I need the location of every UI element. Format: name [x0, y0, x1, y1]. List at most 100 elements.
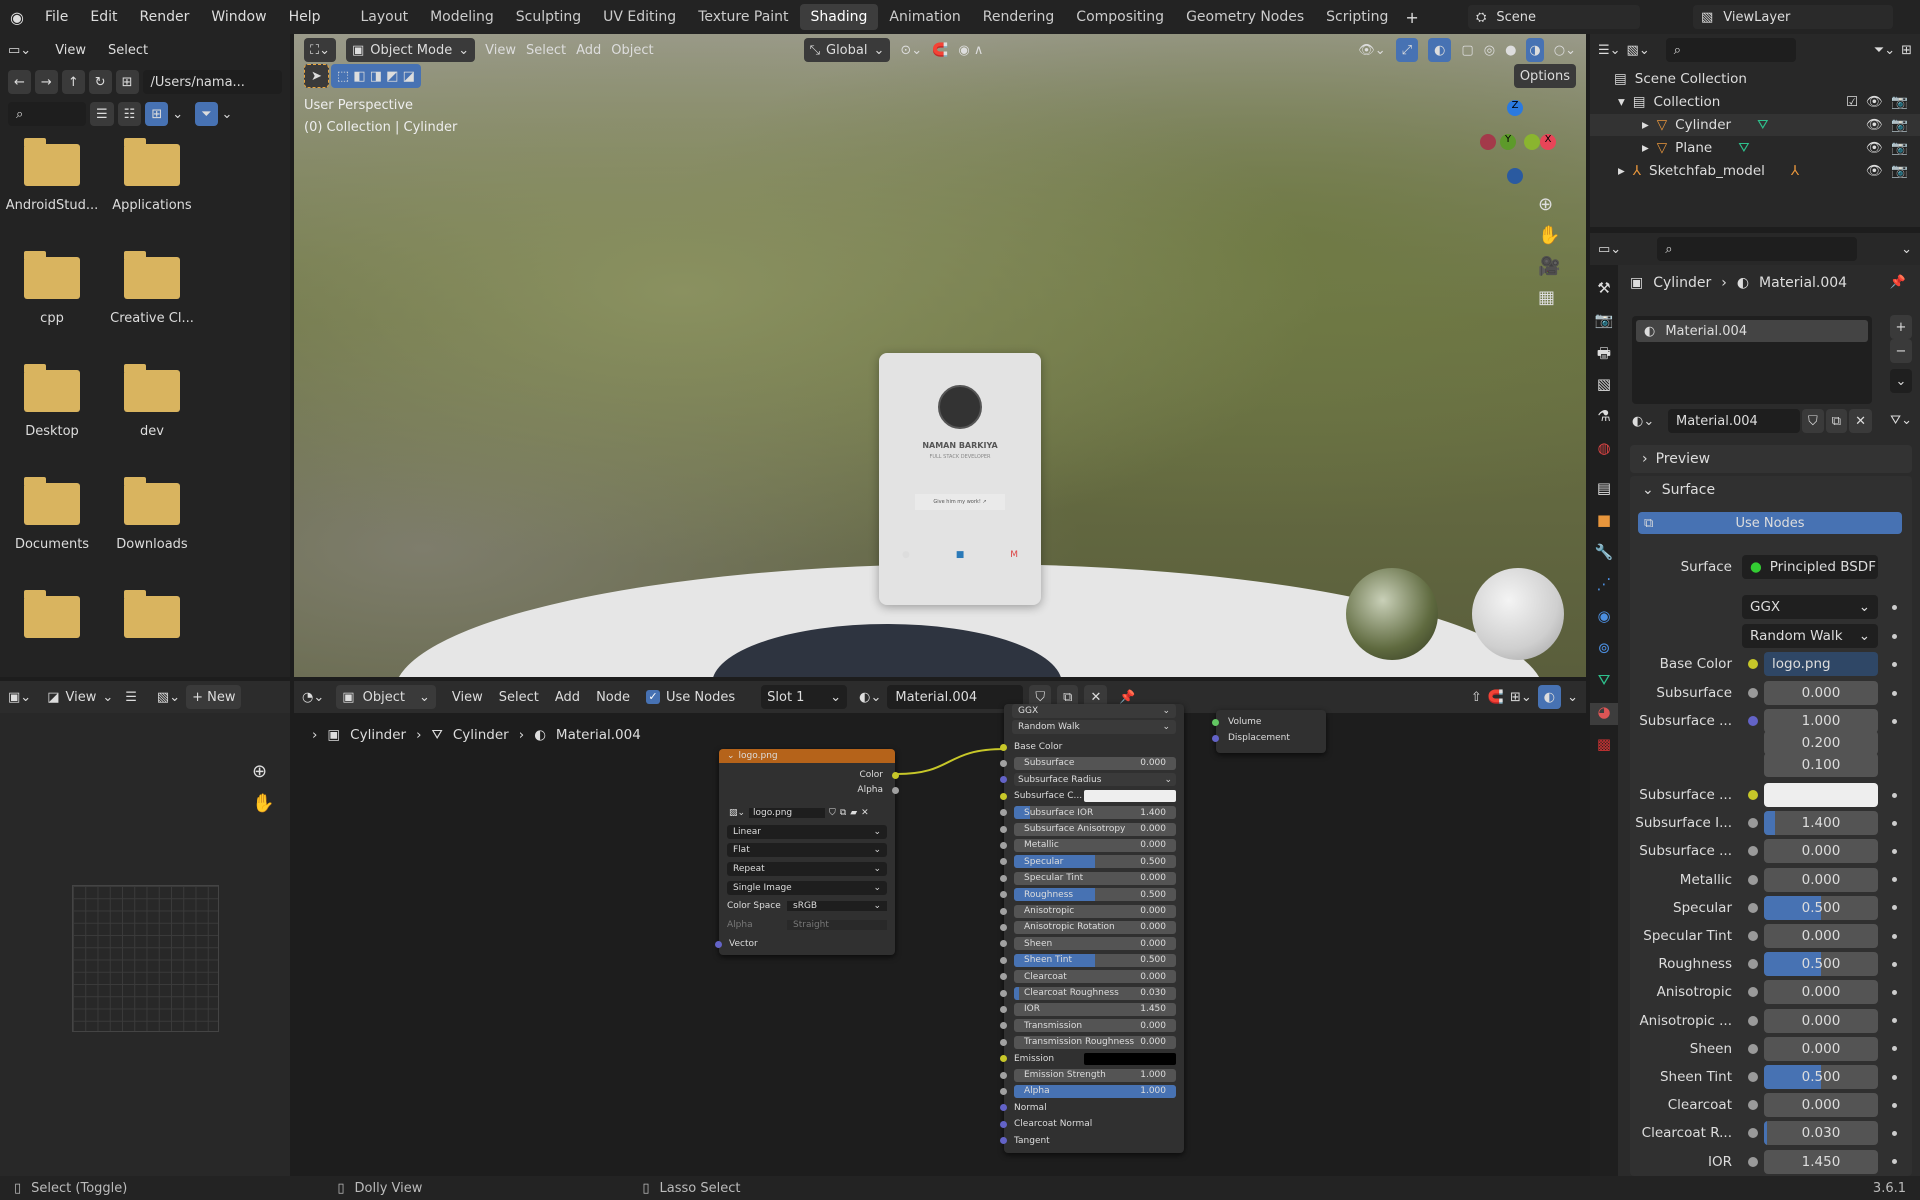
unlink-icon[interactable]: ✕	[861, 808, 869, 818]
render-tab-icon[interactable]: 📷	[1590, 311, 1618, 333]
socket-icon[interactable]	[1748, 659, 1758, 669]
surface-shader-field[interactable]: ● Principled BSDF	[1742, 555, 1878, 579]
keyframe-icon[interactable]	[1892, 1046, 1897, 1052]
value-slider[interactable]: Anisotropic 0.000	[1014, 904, 1176, 918]
property-value-field[interactable]: 1.400	[1764, 811, 1878, 836]
socket-icon[interactable]	[1748, 1100, 1758, 1111]
socket-icon[interactable]	[1748, 716, 1758, 726]
image-node-header[interactable]: ⌄ logo.png	[719, 749, 895, 763]
camera-render-icon[interactable]: 📷	[1891, 163, 1908, 179]
folder-item[interactable]: Downloads	[102, 477, 202, 552]
keyframe-icon[interactable]	[1892, 1074, 1897, 1080]
value-slider[interactable]: IOR 1.450	[1014, 1002, 1176, 1016]
gizmo-z[interactable]: Z	[1507, 100, 1523, 116]
select-box-icon[interactable]: ⬚ ◧ ◨ ◩ ◪	[330, 64, 421, 88]
value-slider[interactable]: Subsurface Anisotropy 0.000	[1014, 822, 1176, 836]
property-value-field[interactable]: 0.500	[1764, 1065, 1878, 1089]
thumbnails-icon[interactable]: ⊞	[145, 102, 169, 126]
menu-file[interactable]: File	[34, 9, 79, 25]
workspace-tab-uv-editing[interactable]: UV Editing	[592, 4, 687, 30]
socket-icon[interactable]	[1748, 688, 1758, 698]
checkbox-icon[interactable]: ☑	[1846, 94, 1858, 110]
interpolation-dropdown[interactable]: Linear ⌄	[727, 825, 887, 839]
property-value-field[interactable]: 0.000	[1764, 924, 1878, 948]
editor-type-icon[interactable]: ⛶⌄	[304, 38, 336, 62]
search-icon[interactable]: ⌕	[8, 102, 86, 126]
view-layer-tab-icon[interactable]: ▧	[1590, 375, 1618, 397]
eye-icon[interactable]: 👁	[1866, 140, 1883, 156]
value-slider[interactable]: Sheen Tint 0.500	[1014, 953, 1176, 967]
material-output-node[interactable]: Volume Displacement	[1212, 710, 1326, 753]
image-texture-node[interactable]: ⌄ logo.png Color Alpha ▧⌄ logo.png ⛉ ⧉ ▰ ✕ Lin…	[715, 749, 899, 955]
property-value-field[interactable]: 0.000	[1764, 1036, 1878, 1061]
forward-icon[interactable]: →	[34, 70, 58, 94]
value-slider[interactable]: Alpha 1.000	[1014, 1084, 1176, 1098]
vector-input-socket[interactable]	[715, 940, 722, 948]
keyframe-icon[interactable]	[1892, 661, 1897, 667]
distribution-dropdown[interactable]: GGX ⌄	[1012, 704, 1176, 718]
keyframe-icon[interactable]	[1892, 961, 1897, 967]
input-socket[interactable]	[1000, 759, 1007, 767]
keyframe-icon[interactable]	[1892, 1130, 1897, 1136]
input-socket[interactable]	[1000, 841, 1007, 849]
editor-type-icon[interactable]: ▣⌄	[8, 690, 31, 705]
menu-view[interactable]: View	[65, 690, 96, 705]
socket-icon[interactable]	[1748, 790, 1758, 800]
socket-icon[interactable]	[1748, 1015, 1758, 1026]
menu-render[interactable]: Render	[129, 9, 201, 25]
new-image-button[interactable]: + New	[186, 685, 242, 709]
material-name-field[interactable]: Material.004	[1668, 409, 1801, 433]
shading-material-icon[interactable]: ◑	[1526, 38, 1544, 62]
property-value-field[interactable]: 1.450	[1764, 1149, 1878, 1174]
color-output-socket[interactable]	[892, 771, 899, 779]
eye-icon[interactable]: 👁	[1866, 117, 1883, 133]
property-value-field[interactable]: 0.100	[1764, 753, 1878, 777]
value-slider[interactable]: Metallic 0.000	[1014, 838, 1176, 852]
refresh-icon[interactable]: ↻	[88, 70, 112, 94]
preview-panel-header[interactable]: › Preview	[1630, 445, 1912, 473]
collection-tab-icon[interactable]: ▤	[1590, 479, 1618, 501]
value-slider[interactable]: Specular 0.500	[1014, 855, 1176, 869]
3d-viewport[interactable]: ⛶⌄ ▣ Object Mode ⌄ View Select Add Object…	[294, 34, 1586, 677]
distribution-dropdown[interactable]: GGX ⌄	[1742, 595, 1878, 619]
constraints-tab-icon[interactable]: ⊚	[1590, 639, 1618, 661]
base-color-texture[interactable]: logo.png	[1764, 652, 1878, 676]
property-value-field[interactable]: 0.000	[1764, 1008, 1878, 1033]
input-socket[interactable]	[1000, 1071, 1007, 1079]
pivot-icon[interactable]: ⊙⌄	[900, 43, 922, 58]
gizmo-x[interactable]: X	[1540, 134, 1556, 150]
value-slider[interactable]: Anisotropic Rotation 0.000	[1014, 920, 1176, 934]
property-value-field[interactable]: 1.000	[1764, 709, 1878, 733]
image-browse-icon[interactable]: ▧⌄	[729, 808, 745, 818]
menu-select[interactable]: Select	[526, 43, 566, 58]
folder-item[interactable]: cpp	[2, 251, 102, 326]
filter-view-icon[interactable]: ▧⌄	[1627, 43, 1650, 58]
menu-window[interactable]: Window	[200, 9, 277, 25]
node-editor[interactable]: ◔⌄ ▣ Object ⌄ View Select Add Node ✓ Use …	[294, 681, 1586, 1176]
property-value-field[interactable]: 0.200	[1764, 731, 1878, 755]
input-socket[interactable]	[1000, 923, 1007, 931]
shading-rendered-icon[interactable]: ○⌄	[1554, 43, 1576, 58]
menu-help[interactable]: Help	[278, 9, 332, 25]
editor-type-icon[interactable]: ▭⌄	[8, 43, 31, 58]
alpha-mode-dropdown[interactable]: Straight	[787, 920, 887, 930]
keyframe-icon[interactable]	[1892, 1159, 1897, 1165]
workspace-tab-modeling[interactable]: Modeling	[419, 4, 505, 30]
value-slider[interactable]: Roughness 0.500	[1014, 888, 1176, 902]
folder-item[interactable]: dev	[102, 364, 202, 439]
keyframe-icon[interactable]	[1892, 792, 1897, 798]
camera-render-icon[interactable]: 📷	[1891, 117, 1908, 133]
folder-item[interactable]: AndroidStud...	[2, 138, 102, 213]
property-value-field[interactable]: 0.000	[1764, 839, 1878, 864]
property-value-field[interactable]: 0.000	[1764, 1093, 1878, 1118]
folder-item[interactable]: Creative Cl...	[102, 251, 202, 326]
overlays-icon[interactable]: ◐	[1428, 38, 1452, 62]
navigation-gizmo[interactable]: Z Y X	[1480, 100, 1556, 184]
input-socket[interactable]	[1000, 891, 1007, 899]
shading-solid-icon[interactable]: ●	[1505, 43, 1516, 58]
view-layer-selector[interactable]: ▧ ViewLayer	[1693, 5, 1893, 29]
outliner-collection[interactable]: ▾ ▤ Collection ☑ 👁 📷	[1590, 91, 1920, 113]
zoom-icon[interactable]: ⊕	[1538, 194, 1560, 215]
subsurface-radius-dropdown[interactable]: Subsurface Radius ⌄	[1014, 773, 1176, 787]
input-socket[interactable]	[1000, 1005, 1007, 1013]
